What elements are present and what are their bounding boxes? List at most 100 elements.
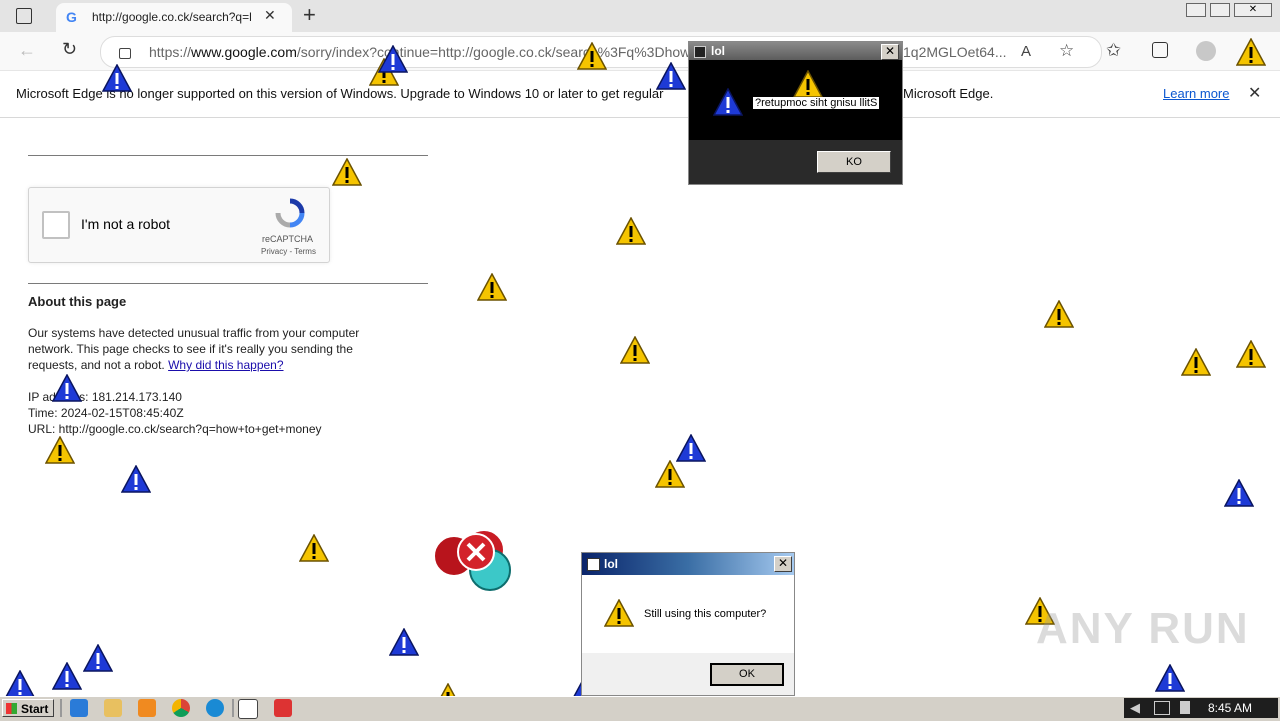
recaptcha-checkbox[interactable] [42, 211, 70, 239]
reversed-message-dialog: lol ✕ ?retupmoc siht gnisu llitS KO [688, 41, 903, 185]
media-player-icon[interactable] [138, 699, 156, 717]
system-tray: ◀ 8:45 AM [1124, 698, 1278, 718]
start-button[interactable]: Start [2, 699, 54, 717]
anyrun-watermark: ANY RUN [1036, 604, 1250, 668]
warning-icon [299, 534, 329, 562]
unsupported-os-infobar: Microsoft Edge is no longer supported on… [0, 71, 1280, 118]
task-window-icon[interactable] [238, 699, 258, 719]
taskbar [0, 696, 1280, 721]
new-tab-icon[interactable]: + [303, 2, 316, 28]
tab-actions-icon[interactable] [16, 8, 32, 24]
warning-icon [5, 670, 35, 698]
about-line-1: Our systems have detected unusual traffi… [28, 326, 360, 340]
infobar-close-icon[interactable]: ✕ [1248, 83, 1261, 103]
about-line-3-text: requests, and not a robot. [28, 358, 165, 372]
warning-icon [1236, 38, 1266, 66]
time-line: Time: 2024-02-15T08:45:40Z [28, 406, 184, 420]
warning-icon [52, 374, 82, 402]
dialog-title: lol [604, 557, 618, 571]
browser-tab[interactable]: G http://google.co.ck/search?q=l ✕ [56, 3, 292, 32]
task-app-icon[interactable] [274, 699, 292, 717]
task-separator [232, 699, 234, 717]
dialog-title: lol [711, 44, 725, 58]
network-icon[interactable] [1154, 701, 1170, 715]
recaptcha-logo-icon [275, 198, 305, 228]
recaptcha-label: I'm not a robot [81, 216, 171, 232]
volume-icon[interactable]: ◀ [1130, 700, 1140, 716]
lock-icon [119, 48, 131, 59]
warning-icon [378, 45, 408, 73]
google-favicon-icon: G [66, 9, 77, 25]
dialog-app-icon [587, 558, 600, 571]
read-aloud-icon[interactable]: A [1021, 43, 1031, 60]
edge-icon[interactable] [206, 699, 224, 717]
warning-icon [676, 434, 706, 462]
close-window-icon[interactable]: ✕ [1234, 3, 1272, 17]
dialog-app-icon [694, 46, 706, 58]
start-label: Start [21, 702, 49, 716]
url-line: URL: http://google.co.ck/search?q=how+to… [28, 422, 322, 436]
ip-value: 181.214.173.140 [91, 390, 182, 404]
warning-icon [45, 436, 75, 464]
watermark-text: ANY RUN [1036, 604, 1250, 653]
warning-icon [52, 662, 82, 690]
url-scheme: https:// [149, 44, 192, 60]
url-host: www.google.com [191, 44, 297, 60]
add-favorite-icon[interactable]: ☆ [1059, 41, 1074, 61]
chrome-icon[interactable] [172, 699, 190, 717]
profile-avatar[interactable] [1196, 41, 1216, 61]
quicklaunch-separator [60, 699, 62, 717]
url-tail: 1q2MGLOet64... [903, 44, 1007, 60]
warning-icon [1181, 348, 1211, 376]
dialog-ok-button[interactable]: OK [710, 663, 784, 686]
warning-icon [102, 64, 132, 92]
learn-more-link[interactable]: Learn more [1163, 86, 1229, 101]
error-icon-stack [432, 524, 518, 596]
warning-icon [389, 628, 419, 656]
ip-line: IP address: 181.214.173.140 [28, 389, 428, 405]
warning-icon [1155, 664, 1185, 692]
recaptcha-privacy-terms[interactable]: Privacy - Terms [261, 247, 316, 256]
dialog-titlebar: lol ✕ [582, 553, 794, 575]
favorites-icon[interactable]: ✩ [1106, 40, 1121, 61]
dialog-message: Still using this computer? [644, 608, 767, 620]
recaptcha-widget: I'm not a robot reCAPTCHA Privacy - Term… [28, 187, 330, 263]
warning-icon [1044, 300, 1074, 328]
infobar-message-tail: Microsoft Edge. [903, 86, 994, 101]
minimize-window-icon[interactable] [1186, 3, 1206, 17]
explorer-icon[interactable] [104, 699, 122, 717]
request-details: IP address: 181.214.173.140 Time: 2024-0… [28, 389, 428, 437]
why-link[interactable]: Why did this happen? [168, 358, 283, 372]
about-line-3: requests, and not a robot. Why did this … [28, 357, 428, 373]
tab-title: http://google.co.ck/search?q=l [92, 10, 252, 24]
warning-icon [1224, 479, 1254, 507]
back-icon[interactable]: ← [18, 40, 36, 61]
dialog-close-button[interactable]: ✕ [774, 556, 792, 572]
warning-icon [477, 273, 507, 301]
refresh-icon[interactable]: ↻ [62, 39, 77, 60]
warning-icon [616, 217, 646, 245]
warning-icon [713, 88, 743, 116]
restore-window-icon[interactable] [1210, 3, 1230, 17]
url-rest: /sorry/index?continue=http://google.co.c… [296, 44, 691, 60]
warning-icon [620, 336, 650, 364]
recaptcha-brand: reCAPTCHA [262, 234, 314, 244]
still-using-dialog: lol ✕ Still using this computer? OK [581, 552, 795, 696]
warning-icon [656, 62, 686, 90]
warning-icon [83, 644, 113, 672]
flag-icon[interactable] [1180, 701, 1190, 714]
warning-icon [793, 70, 823, 98]
warning-icon [1236, 340, 1266, 368]
warning-icon [577, 42, 607, 70]
url-text: https://www.google.com/sorry/index?conti… [149, 44, 690, 60]
dialog-close-button[interactable]: ✕ [881, 44, 899, 60]
tab-close-icon[interactable]: ✕ [264, 7, 276, 24]
warning-icon [655, 460, 685, 488]
ie-icon[interactable] [70, 699, 88, 717]
dialog-ok-button[interactable]: KO [817, 151, 891, 173]
dialog-titlebar: lol ✕ [689, 42, 902, 60]
collections-icon[interactable] [1152, 42, 1168, 58]
warning-icon [332, 158, 362, 186]
dialog-message: ?retupmoc siht gnisu llitS [753, 97, 880, 109]
about-heading: About this page [28, 294, 127, 309]
